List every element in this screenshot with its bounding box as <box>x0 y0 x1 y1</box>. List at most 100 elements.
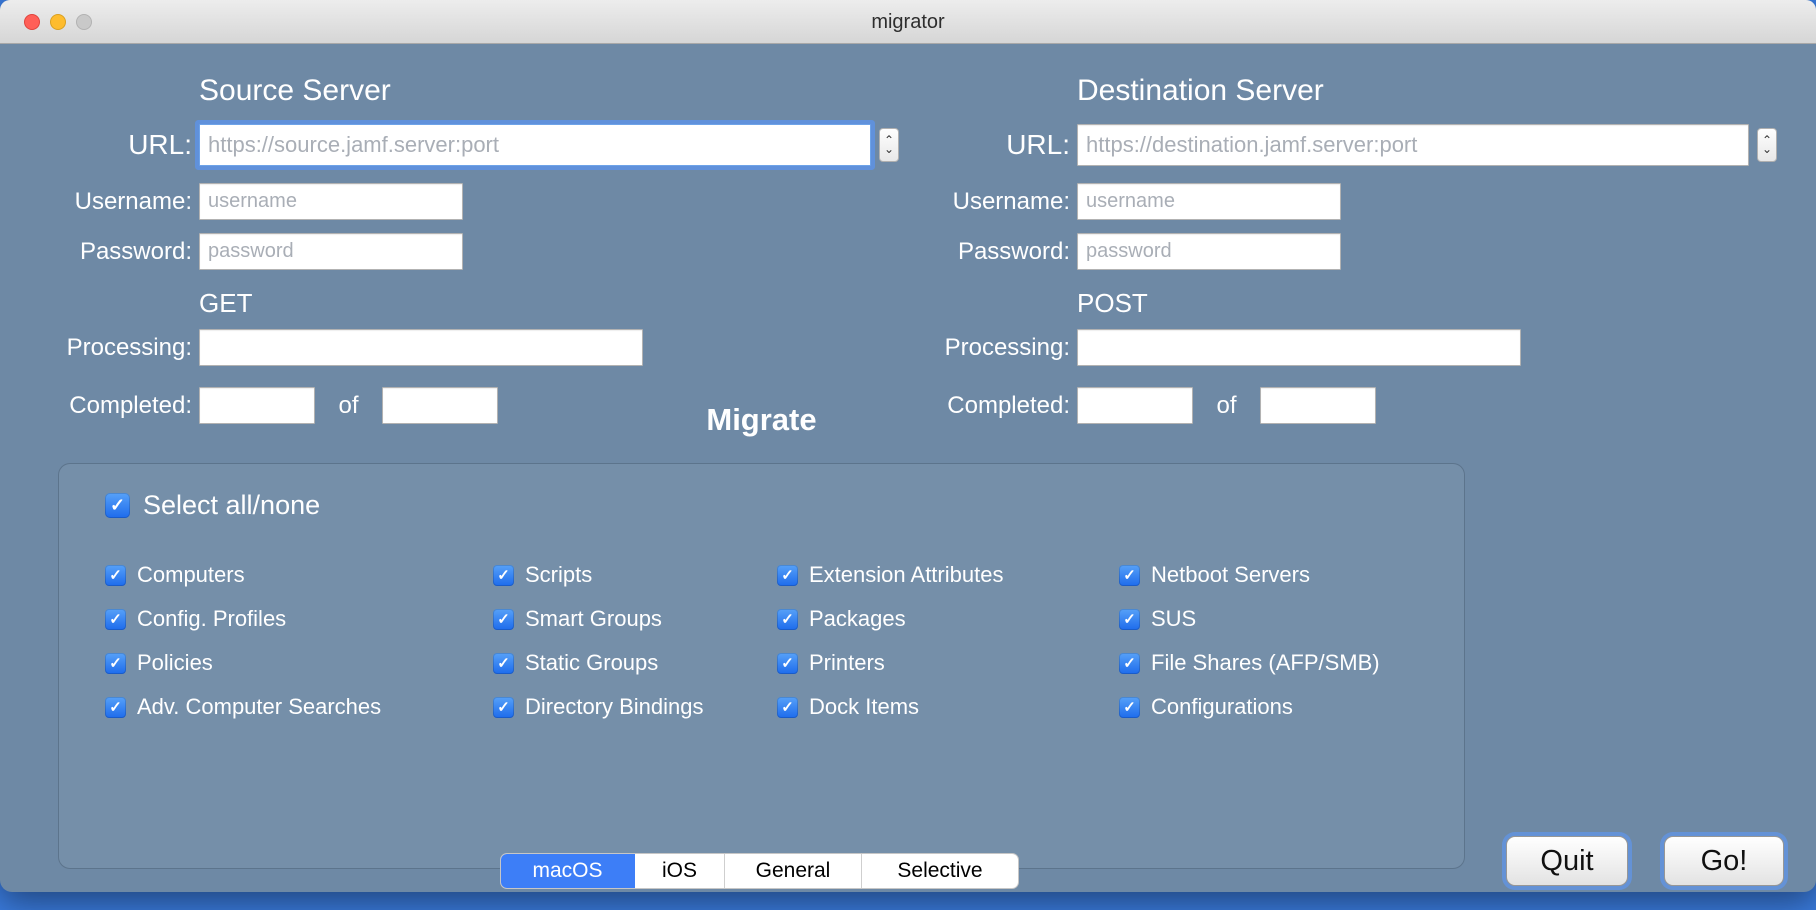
checkbox-scripts[interactable]: ✓ Scripts <box>493 560 704 590</box>
checkbox-printers[interactable]: ✓ Printers <box>777 648 1003 678</box>
checkmark-icon: ✓ <box>497 566 510 584</box>
checkbox-box: ✓ <box>777 653 798 674</box>
checkbox-configurations[interactable]: ✓ Configurations <box>1119 692 1380 722</box>
tab-general[interactable]: General <box>725 854 862 888</box>
source-username-input[interactable] <box>199 183 463 220</box>
checkbox-box: ✓ <box>777 565 798 586</box>
checkbox-box: ✓ <box>105 653 126 674</box>
checkmark-icon: ✓ <box>781 610 794 628</box>
checkbox-file-shares[interactable]: ✓ File Shares (AFP/SMB) <box>1119 648 1380 678</box>
source-processing-field[interactable] <box>199 329 643 366</box>
checkmark-icon: ✓ <box>109 698 122 716</box>
destination-server-section: Destination Server URL: ⌃ ⌄ Username: Pa… <box>878 44 1786 454</box>
destination-url-label: URL: <box>878 124 1070 166</box>
platform-segmented-control: macOS iOS General Selective <box>500 853 1019 889</box>
checkbox-box: ✓ <box>493 697 514 718</box>
destination-password-input[interactable] <box>1077 233 1341 270</box>
source-url-input[interactable] <box>199 124 871 166</box>
source-heading: Source Server <box>199 74 391 108</box>
checkbox-label: Adv. Computer Searches <box>137 694 381 720</box>
checkbox-select-all[interactable]: ✓ Select all/none <box>105 488 320 522</box>
checkbox-label: SUS <box>1151 606 1196 632</box>
minimize-button[interactable] <box>50 14 66 30</box>
tab-ios[interactable]: iOS <box>635 854 725 888</box>
checkbox-label: Scripts <box>525 562 592 588</box>
checkbox-box: ✓ <box>777 609 798 630</box>
migrate-column-4: ✓ Netboot Servers ✓ SUS ✓ File Shares (A… <box>1119 560 1380 722</box>
source-password-input[interactable] <box>199 233 463 270</box>
checkmark-icon: ✓ <box>109 566 122 584</box>
migrate-column-3: ✓ Extension Attributes ✓ Packages ✓ Prin… <box>777 560 1003 722</box>
checkbox-box: ✓ <box>1119 565 1140 586</box>
checkbox-box: ✓ <box>105 609 126 630</box>
checkmark-icon: ✓ <box>781 566 794 584</box>
checkbox-box: ✓ <box>105 493 130 518</box>
checkbox-label: Dock Items <box>809 694 919 720</box>
checkbox-label: Policies <box>137 650 213 676</box>
checkbox-extension-attributes[interactable]: ✓ Extension Attributes <box>777 560 1003 590</box>
checkbox-computers[interactable]: ✓ Computers <box>105 560 381 590</box>
checkbox-static-groups[interactable]: ✓ Static Groups <box>493 648 704 678</box>
window-title: migrator <box>0 0 1816 44</box>
checkbox-packages[interactable]: ✓ Packages <box>777 604 1003 634</box>
checkbox-box: ✓ <box>105 697 126 718</box>
close-button[interactable] <box>24 14 40 30</box>
checkbox-label: Config. Profiles <box>137 606 286 632</box>
destination-url-stepper[interactable]: ⌃ ⌄ <box>1757 128 1777 162</box>
checkbox-directory-bindings[interactable]: ✓ Directory Bindings <box>493 692 704 722</box>
checkbox-label: Printers <box>809 650 885 676</box>
checkmark-icon: ✓ <box>497 654 510 672</box>
titlebar: migrator <box>0 0 1816 44</box>
checkbox-label: Static Groups <box>525 650 658 676</box>
checkmark-icon: ✓ <box>1123 610 1136 628</box>
checkbox-box: ✓ <box>1119 653 1140 674</box>
checkbox-config-profiles[interactable]: ✓ Config. Profiles <box>105 604 381 634</box>
checkmark-icon: ✓ <box>1123 566 1136 584</box>
traffic-lights <box>24 14 92 30</box>
app-window: migrator Source Server URL: ⌃ ⌄ Username… <box>0 0 1816 892</box>
checkmark-icon: ✓ <box>781 654 794 672</box>
checkbox-dock-items[interactable]: ✓ Dock Items <box>777 692 1003 722</box>
migrate-heading: Migrate <box>58 402 1465 438</box>
destination-processing-field[interactable] <box>1077 329 1521 366</box>
checkmark-icon: ✓ <box>1123 698 1136 716</box>
migrate-column-1: ✓ Computers ✓ Config. Profiles ✓ Policie… <box>105 560 381 722</box>
source-method-label: GET <box>199 288 252 319</box>
checkmark-icon: ✓ <box>109 654 122 672</box>
checkbox-box: ✓ <box>1119 609 1140 630</box>
checkbox-box: ✓ <box>105 565 126 586</box>
destination-processing-label: Processing: <box>878 329 1070 366</box>
go-button[interactable]: Go! <box>1664 836 1784 886</box>
zoom-button[interactable] <box>76 14 92 30</box>
checkbox-box: ✓ <box>777 697 798 718</box>
destination-method-label: POST <box>1077 288 1148 319</box>
checkbox-box: ✓ <box>493 565 514 586</box>
checkbox-label: Packages <box>809 606 906 632</box>
checkbox-smart-groups[interactable]: ✓ Smart Groups <box>493 604 704 634</box>
migrate-column-2: ✓ Scripts ✓ Smart Groups ✓ Static Groups… <box>493 560 704 722</box>
checkmark-icon: ✓ <box>1123 654 1136 672</box>
checkbox-label: File Shares (AFP/SMB) <box>1151 650 1380 676</box>
tab-selective[interactable]: Selective <box>862 854 1018 888</box>
destination-username-label: Username: <box>878 183 1070 220</box>
checkbox-label: Directory Bindings <box>525 694 704 720</box>
checkbox-box: ✓ <box>1119 697 1140 718</box>
checkbox-sus[interactable]: ✓ SUS <box>1119 604 1380 634</box>
destination-username-input[interactable] <box>1077 183 1341 220</box>
migrate-panel: ✓ Select all/none ✓ Computers ✓ Config. … <box>58 463 1465 869</box>
tab-macos[interactable]: macOS <box>501 854 635 888</box>
checkbox-netboot-servers[interactable]: ✓ Netboot Servers <box>1119 560 1380 590</box>
checkbox-label: Configurations <box>1151 694 1293 720</box>
destination-url-input[interactable] <box>1077 124 1749 166</box>
destination-password-label: Password: <box>878 233 1070 270</box>
checkbox-label: Smart Groups <box>525 606 662 632</box>
checkbox-adv-computer-searches[interactable]: ✓ Adv. Computer Searches <box>105 692 381 722</box>
destination-heading: Destination Server <box>1077 74 1324 108</box>
checkmark-icon: ✓ <box>497 698 510 716</box>
checkbox-label: Computers <box>137 562 245 588</box>
checkmark-icon: ✓ <box>781 698 794 716</box>
quit-button[interactable]: Quit <box>1506 836 1628 886</box>
source-password-label: Password: <box>0 233 192 270</box>
stepper-down-icon: ⌄ <box>1762 145 1772 154</box>
checkbox-policies[interactable]: ✓ Policies <box>105 648 381 678</box>
